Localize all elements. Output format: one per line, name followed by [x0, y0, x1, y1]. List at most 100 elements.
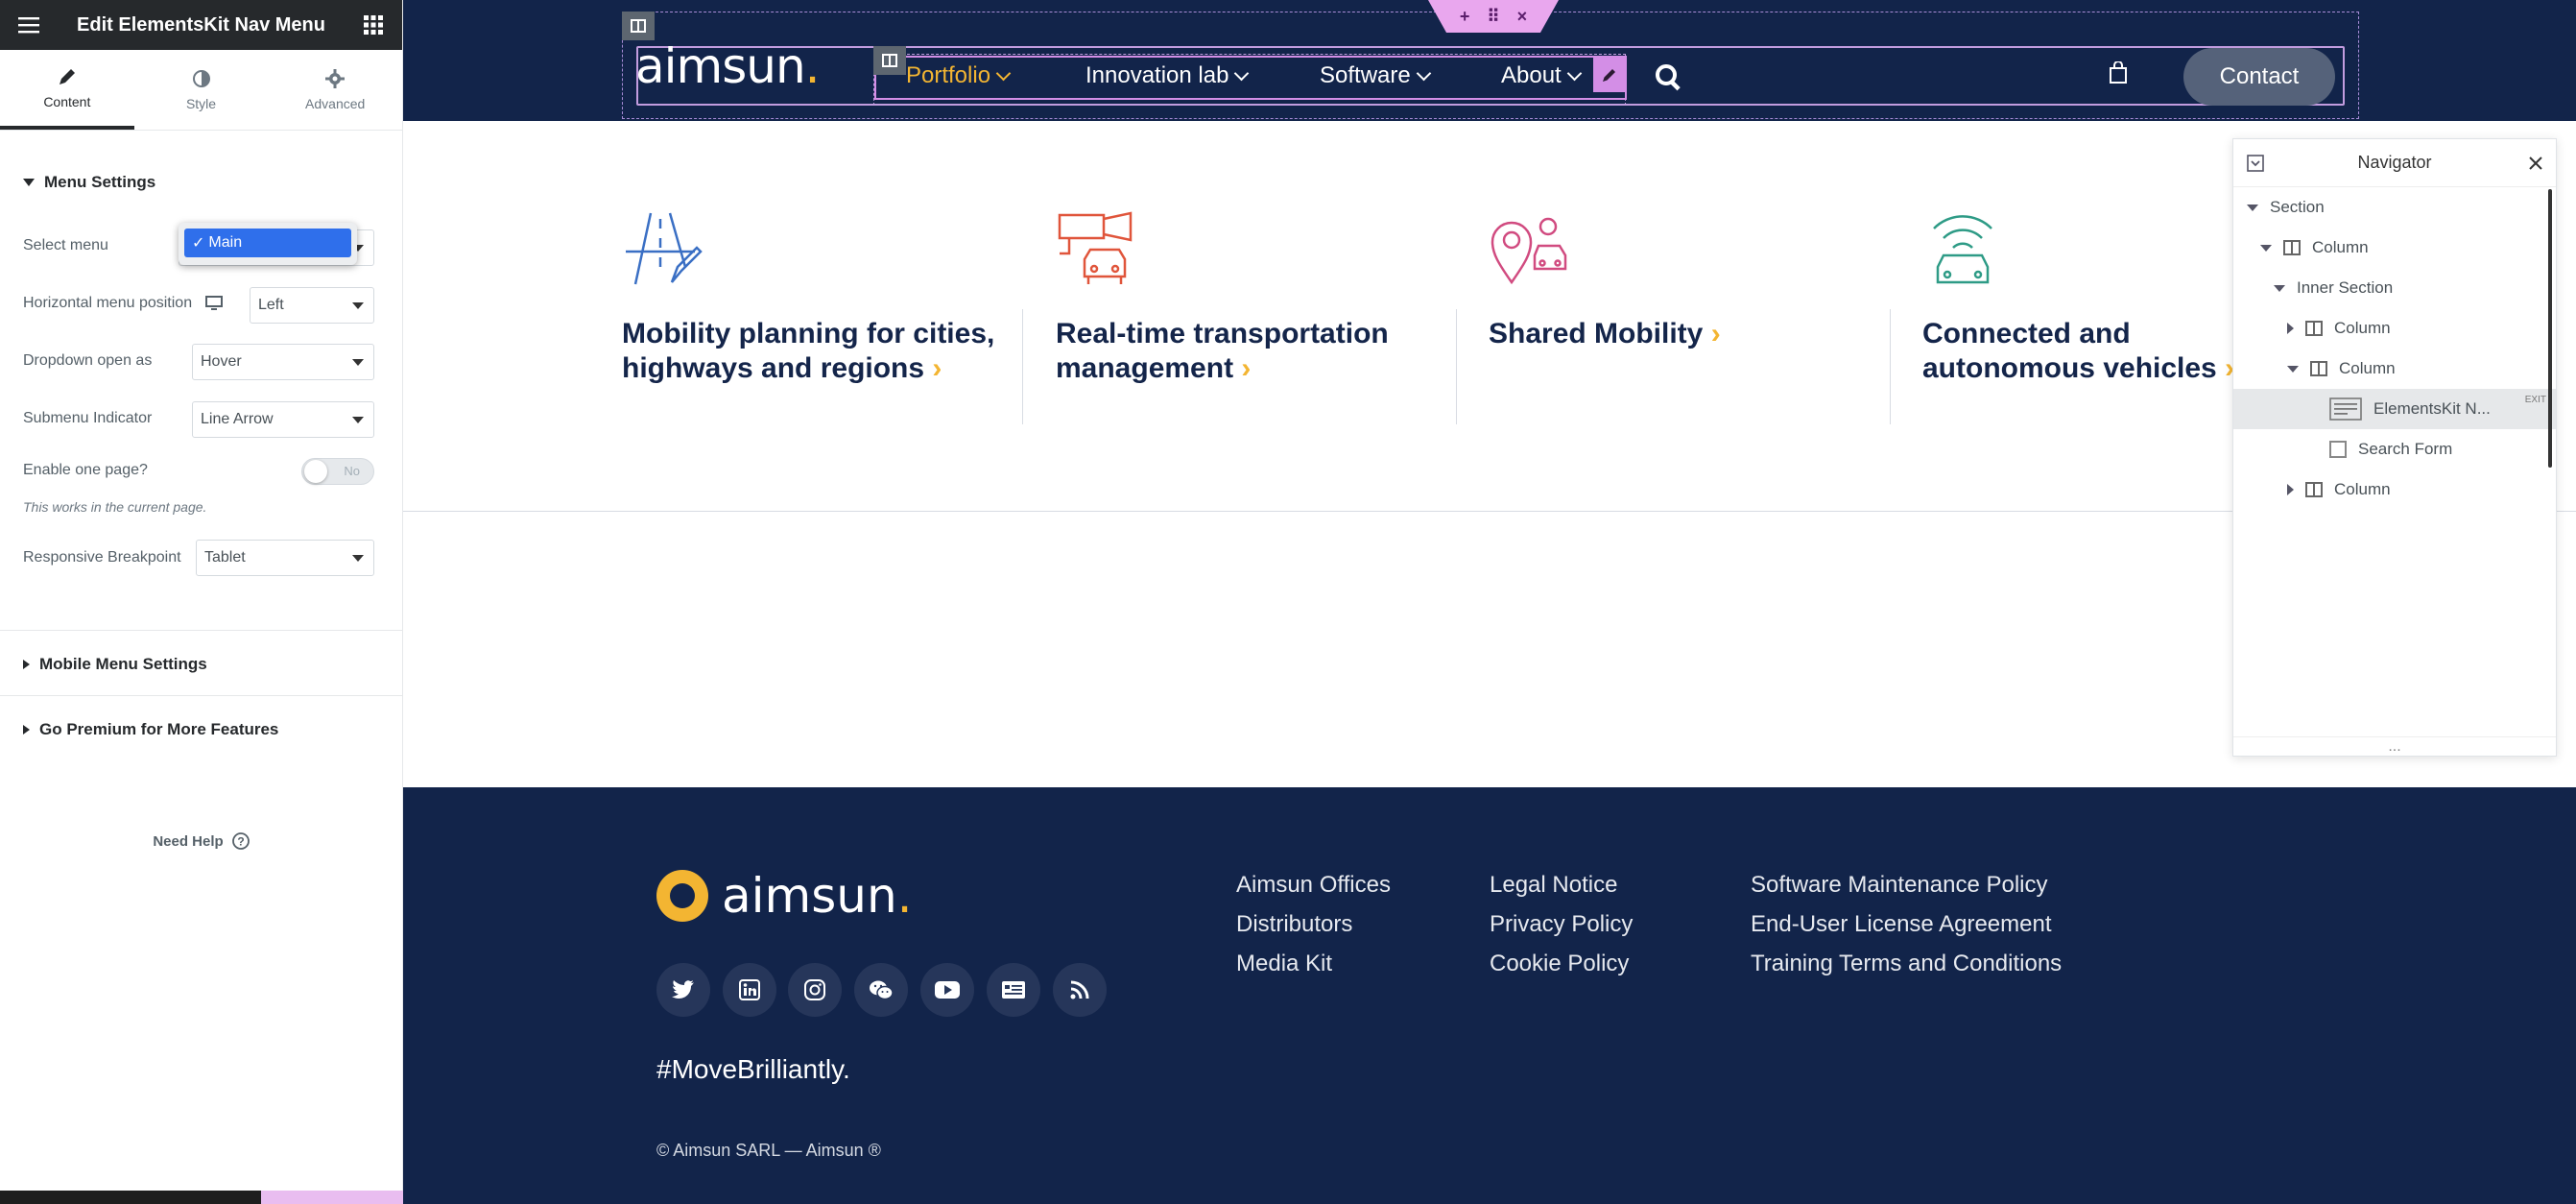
dropdown-arrow-icon	[352, 359, 364, 366]
caret-right-icon	[23, 660, 30, 669]
dropdown-open-select[interactable]: Hover	[192, 344, 374, 380]
editor-panel: Edit ElementsKit Nav Menu Content Style …	[0, 0, 403, 1204]
solution-title-text: Real-time transportation management	[1056, 318, 1389, 384]
tree-item-search-form[interactable]: Search Form	[2233, 429, 2556, 470]
one-page-toggle[interactable]: No	[301, 458, 374, 485]
navigator-scrollbar[interactable]	[2548, 189, 2552, 468]
nav-item-innovation-lab[interactable]: Innovation lab	[1085, 60, 1250, 92]
footer-link[interactable]: Media Kit	[1236, 951, 1332, 977]
horizontal-position-select[interactable]: Left	[250, 287, 374, 324]
footer-link[interactable]: End-User License Agreement	[1751, 911, 2052, 938]
tree-item-column[interactable]: Column	[2233, 228, 2556, 268]
footer-link[interactable]: Cookie Policy	[1490, 951, 1629, 977]
tree-item-inner-section[interactable]: Inner Section	[2233, 268, 2556, 308]
location-shared-car-icon	[1491, 217, 1567, 285]
solution-title[interactable]: Real-time transportation management ›	[1056, 317, 1459, 386]
tree-item-elementskit-nav[interactable]: ElementsKit N... EXIT	[2233, 389, 2556, 429]
widgets-grid-icon[interactable]	[360, 12, 387, 38]
site-logo[interactable]: aimsun.	[635, 38, 821, 94]
caret-down-icon	[2287, 365, 2299, 373]
menu-settings-section[interactable]: Menu Settings	[0, 173, 179, 192]
one-page-toggle-text: No	[344, 464, 360, 478]
chevron-down-icon	[1416, 65, 1431, 81]
tab-style[interactable]: Style	[134, 50, 269, 130]
nav-item-about[interactable]: About	[1501, 60, 1582, 92]
select-menu-option-main[interactable]: ✓ Main	[184, 229, 351, 257]
tree-item-column[interactable]: Column	[2233, 349, 2556, 389]
wechat-link[interactable]	[854, 963, 908, 1017]
need-help-link[interactable]: Need Help ?	[0, 831, 403, 851]
chevron-down-icon	[1566, 65, 1582, 81]
mobile-menu-heading: Mobile Menu Settings	[39, 655, 207, 673]
drag-handle-icon[interactable]: ⠿	[1487, 7, 1499, 27]
navigator-resize-handle[interactable]: ...	[2233, 736, 2556, 756]
navigator-title: Navigator	[2357, 153, 2432, 172]
check-icon: ✓	[192, 235, 205, 252]
twitter-link[interactable]	[656, 963, 710, 1017]
edit-badge[interactable]: EXIT	[2525, 395, 2546, 405]
caret-down-icon	[2247, 204, 2258, 211]
tree-item-label: Section	[2270, 198, 2325, 216]
tab-content[interactable]: Content	[0, 50, 134, 130]
newsletter-icon	[1002, 981, 1025, 999]
youtube-link[interactable]	[920, 963, 974, 1017]
section-handle[interactable]	[622, 12, 655, 40]
menu-settings-heading: Menu Settings	[44, 173, 156, 191]
chevron-right-icon: ›	[932, 352, 942, 384]
close-icon[interactable]: ×	[1517, 7, 1528, 27]
rss-link[interactable]	[1053, 963, 1107, 1017]
mobile-menu-section[interactable]: Mobile Menu Settings	[0, 655, 230, 674]
select-menu-popup: ✓ Main	[179, 223, 357, 265]
breakpoint-label: Responsive Breakpoint	[23, 549, 181, 566]
tab-advanced-label: Advanced	[305, 95, 366, 111]
submenu-indicator-select[interactable]: Line Arrow	[192, 401, 374, 438]
site-header[interactable]: + ⠿ × aimsun. Portfolio Innovation lab S…	[403, 0, 2576, 121]
tree-item-column[interactable]: Column	[2233, 308, 2556, 349]
section-toolbar[interactable]: + ⠿ ×	[1428, 0, 1559, 33]
tree-item-section[interactable]: Section	[2233, 187, 2556, 228]
footer-link[interactable]: Legal Notice	[1490, 872, 1617, 899]
horizontal-position-value: Left	[258, 297, 284, 313]
footer-link[interactable]: Training Terms and Conditions	[1751, 951, 2062, 977]
add-section-icon[interactable]: +	[1460, 7, 1470, 27]
nav-item-portfolio[interactable]: Portfolio	[906, 60, 1012, 92]
linkedin-link[interactable]	[723, 963, 776, 1017]
contact-button[interactable]: Contact	[2183, 48, 2335, 106]
tree-item-column[interactable]: Column	[2233, 470, 2556, 510]
solution-title[interactable]: Connected and autonomous vehicles ›	[1922, 317, 2239, 386]
wechat-icon	[870, 980, 894, 1000]
logo-dot: .	[804, 38, 821, 94]
navigator-header: Navigator	[2233, 139, 2556, 187]
footer-link[interactable]: Aimsun Offices	[1236, 872, 1391, 899]
hamburger-menu-icon[interactable]	[15, 12, 42, 38]
edit-widget-handle[interactable]	[1593, 58, 1626, 92]
tab-content-label: Content	[43, 93, 91, 109]
tab-advanced[interactable]: Advanced	[268, 50, 402, 130]
nav-menu-widget-icon	[2329, 397, 2362, 421]
search-icon[interactable]	[1655, 63, 1683, 92]
solution-title-text: Shared Mobility	[1489, 318, 1704, 349]
footer-logo[interactable]: aimsun.	[656, 868, 913, 924]
collapse-all-icon[interactable]	[2247, 155, 2264, 172]
pencil-icon	[59, 68, 75, 84]
nav-item-software[interactable]: Software	[1320, 60, 1431, 92]
svg-text:?: ?	[237, 835, 244, 849]
shopping-bag-icon[interactable]	[2109, 61, 2128, 84]
footer-link[interactable]: Privacy Policy	[1490, 911, 1633, 938]
panel-footer-accent	[261, 1191, 403, 1204]
close-icon[interactable]	[2529, 157, 2542, 170]
footer-link[interactable]: Software Maintenance Policy	[1751, 872, 2048, 899]
column-icon	[2305, 321, 2323, 336]
tree-item-label: Column	[2334, 480, 2391, 498]
footer-link[interactable]: Distributors	[1236, 911, 1352, 938]
logo-text: aimsun	[635, 38, 806, 94]
solution-title[interactable]: Shared Mobility ›	[1489, 317, 1892, 351]
newsletter-link[interactable]	[987, 963, 1040, 1017]
instagram-link[interactable]	[788, 963, 842, 1017]
tree-item-label: Inner Section	[2297, 278, 2394, 297]
caret-right-icon	[23, 725, 30, 734]
breakpoint-select[interactable]: Tablet	[196, 540, 374, 576]
inner-section-handle[interactable]	[873, 46, 906, 75]
premium-section[interactable]: Go Premium for More Features	[0, 720, 301, 739]
solution-title[interactable]: Mobility planning for cities, highways a…	[622, 317, 1025, 386]
